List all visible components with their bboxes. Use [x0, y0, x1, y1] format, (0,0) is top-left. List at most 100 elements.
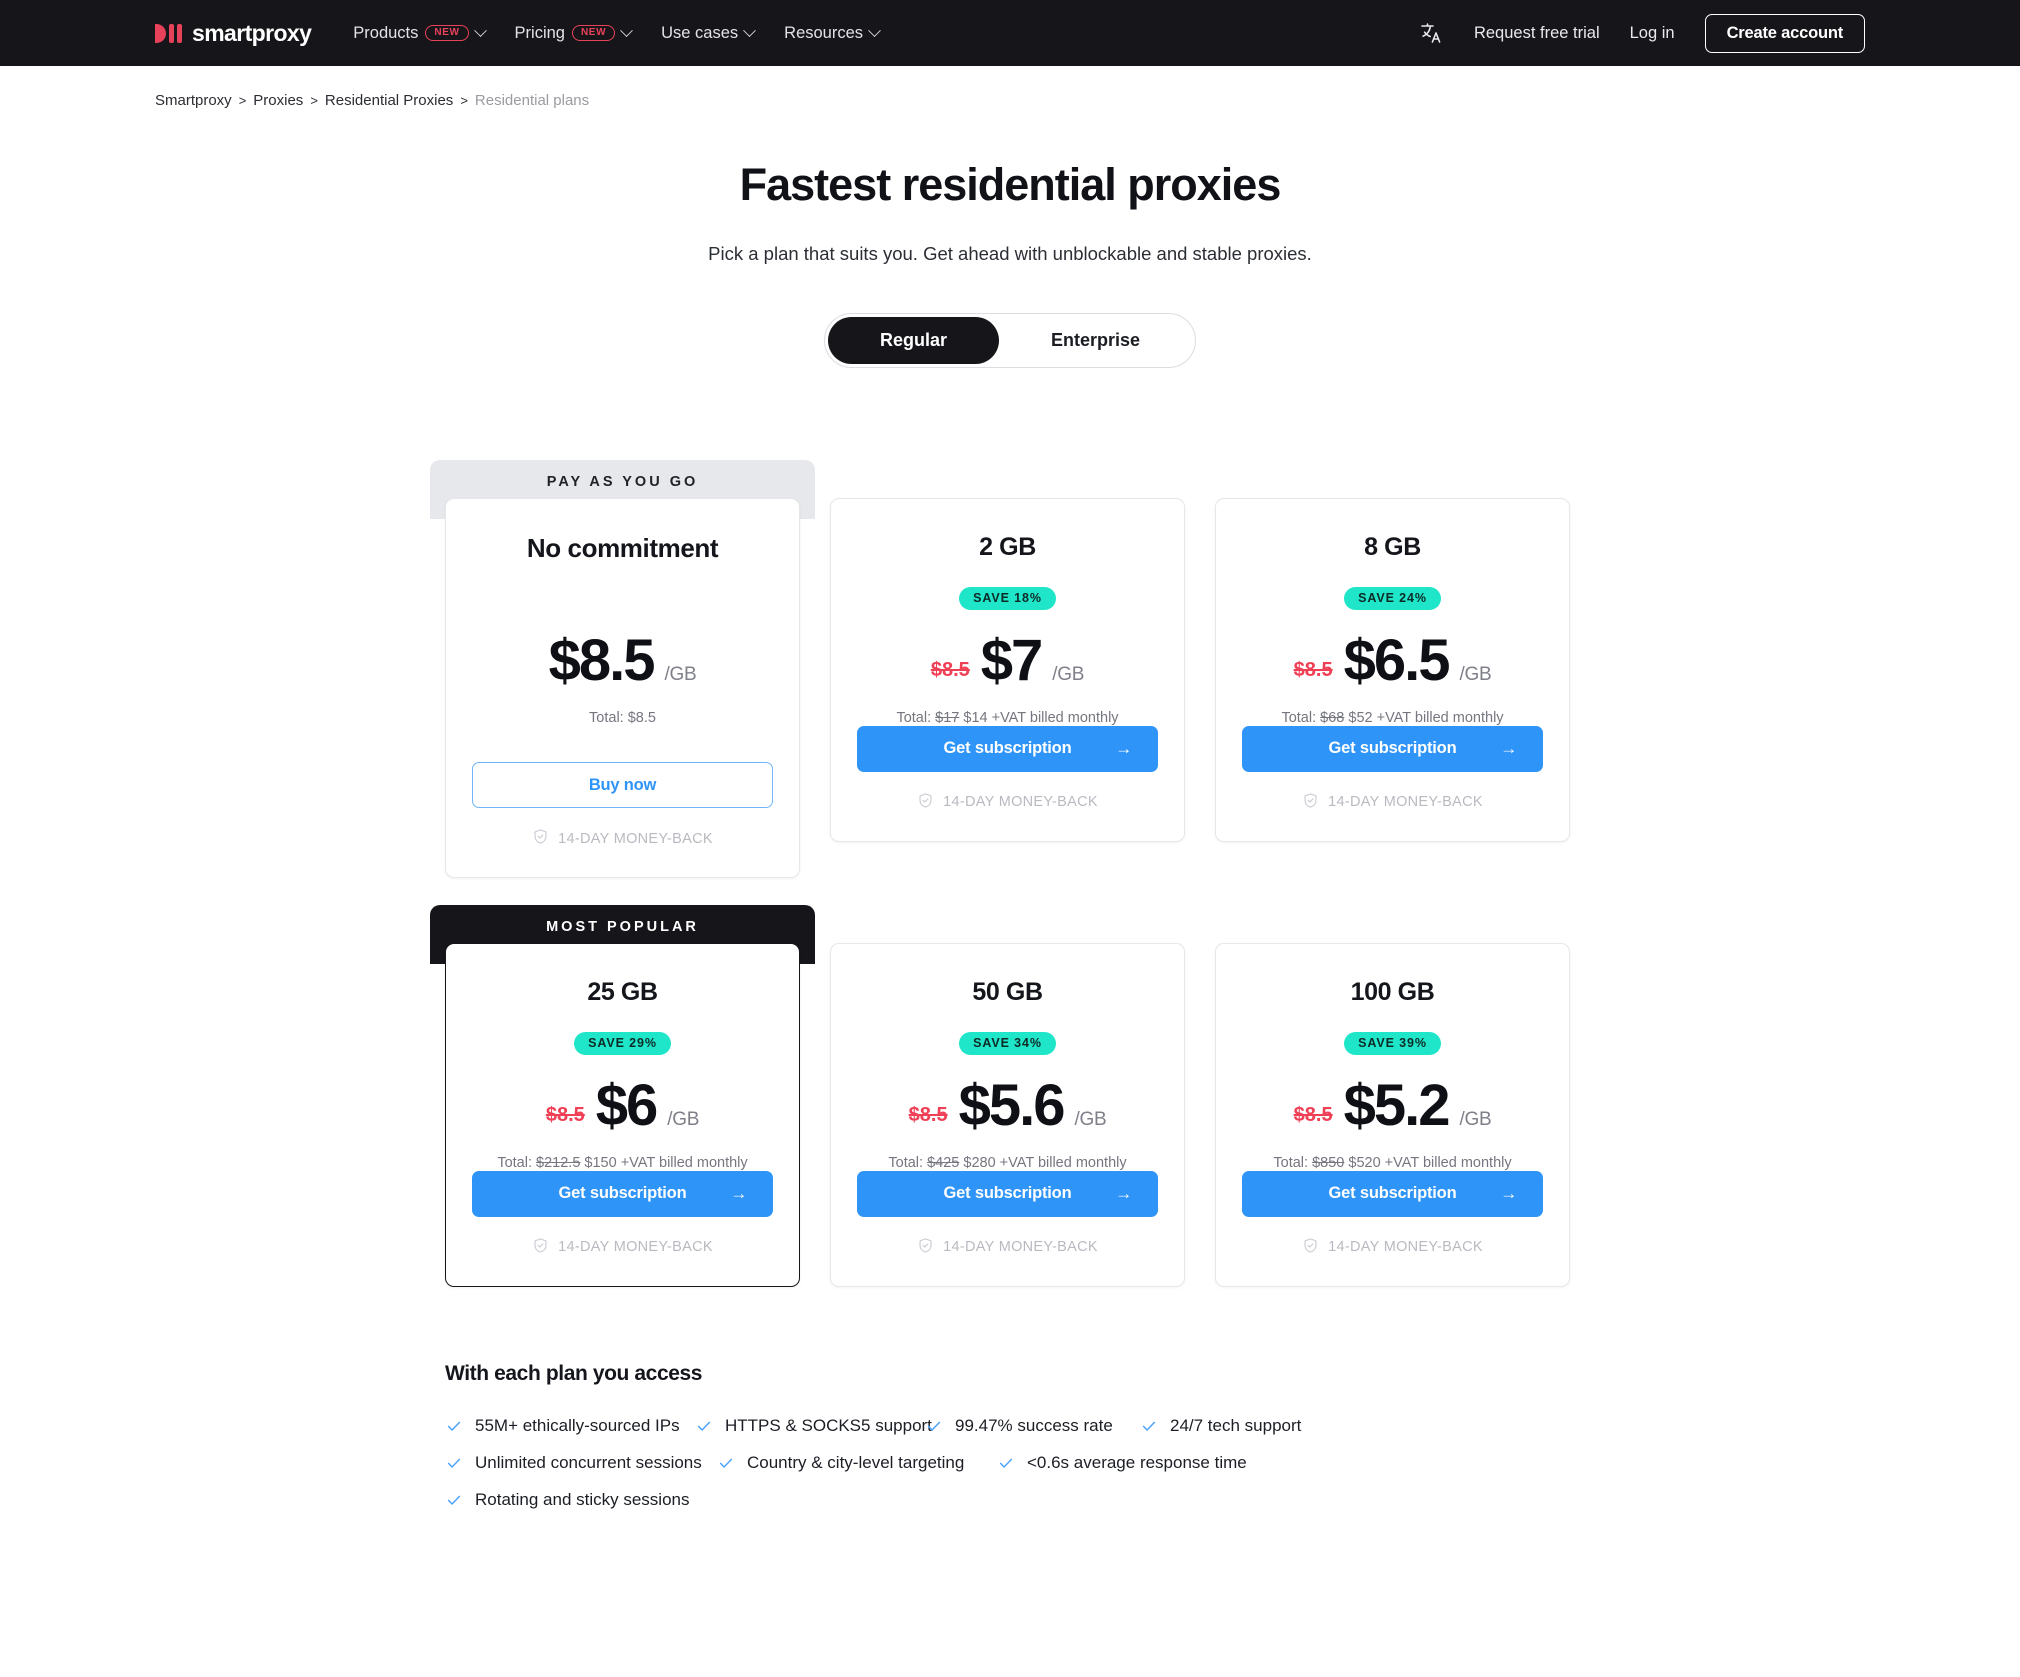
plan-card-2gb: 2 GB SAVE 18% $8.5 $7 /GB Total: $17 $14…	[830, 498, 1185, 842]
plan-total-old: $850	[1312, 1154, 1345, 1171]
plan-title: No commitment	[526, 533, 719, 563]
cta-label: Get subscription	[943, 1184, 1072, 1203]
money-back-guarantee: 14-DAY MONEY-BACK	[917, 792, 1098, 813]
check-icon	[925, 1417, 943, 1435]
arrow-right-icon: →	[1115, 738, 1132, 758]
plan-cell-50gb: 50 GB SAVE 34% $8.5 $5.6 /GB Total: $425…	[830, 905, 1185, 1287]
feature-row: 55M+ ethically-sourced IPs HTTPS & SOCKS…	[445, 1416, 1575, 1436]
breadcrumb-separator: >	[460, 93, 468, 108]
get-subscription-button[interactable]: Get subscription →	[472, 1170, 773, 1217]
toggle-option-enterprise[interactable]: Enterprise	[999, 317, 1192, 364]
plan-type-toggle-wrapper: Regular Enterprise	[0, 313, 2020, 368]
pricing-plans-grid: PAY AS YOU GO No commitment $8.5 /GB Tot…	[430, 460, 1575, 1287]
shield-check-icon	[1302, 792, 1319, 813]
plan-cell-100gb: 100 GB SAVE 39% $8.5 $5.2 /GB Total: $85…	[1215, 905, 1570, 1287]
get-subscription-button[interactable]: Get subscription →	[857, 1170, 1158, 1217]
plan-cell-no-commitment: PAY AS YOU GO No commitment $8.5 /GB Tot…	[430, 460, 815, 878]
request-free-trial-link[interactable]: Request free trial	[1474, 24, 1600, 43]
plan-price-unit: /GB	[667, 1108, 700, 1130]
check-icon	[695, 1417, 713, 1435]
arrow-right-icon: →	[1500, 1183, 1517, 1203]
translate-icon[interactable]	[1418, 20, 1444, 46]
plan-price-unit: /GB	[664, 664, 697, 685]
check-icon	[997, 1454, 1015, 1472]
login-link[interactable]: Log in	[1630, 24, 1675, 43]
plan-title: 50 GB	[972, 978, 1043, 1006]
feature-item: 55M+ ethically-sourced IPs	[445, 1416, 695, 1436]
nav-item-pricing[interactable]: Pricing NEW	[514, 23, 633, 43]
plan-total-line: Total: $850 $520 +VAT billed monthly	[1273, 1155, 1511, 1171]
plan-title: 2 GB	[979, 533, 1036, 561]
plan-card-25gb: 25 GB SAVE 29% $8.5 $6 /GB Total: $212.5…	[445, 943, 800, 1287]
toggle-option-regular[interactable]: Regular	[827, 317, 999, 364]
chevron-down-icon	[868, 23, 881, 37]
feature-label: HTTPS & SOCKS5 support	[725, 1415, 932, 1435]
plan-card-50gb: 50 GB SAVE 34% $8.5 $5.6 /GB Total: $425…	[830, 943, 1185, 1287]
plan-total-suffix: +VAT billed monthly	[999, 1154, 1127, 1171]
arrow-right-icon: →	[1115, 1183, 1132, 1203]
plan-price-unit: /GB	[1459, 663, 1492, 685]
guarantee-label: 14-DAY MONEY-BACK	[558, 1239, 713, 1256]
arrow-right-icon: →	[1500, 738, 1517, 758]
plan-cell-8gb: 8 GB SAVE 24% $8.5 $6.5 /GB Total: $68 $…	[1215, 460, 1570, 878]
check-icon	[717, 1454, 735, 1472]
smartproxy-logo-icon	[155, 23, 182, 43]
plan-total-old: $17	[935, 709, 960, 726]
plan-price: $7	[980, 627, 1043, 693]
money-back-guarantee: 14-DAY MONEY-BACK	[532, 1237, 713, 1258]
shield-check-icon	[532, 828, 549, 849]
top-navbar: smartproxy Products NEW Pricing NEW Use …	[0, 0, 2020, 66]
feature-label: <0.6s average response time	[1027, 1452, 1247, 1472]
cta-label: Buy now	[588, 775, 657, 794]
breadcrumb: Smartproxy > Proxies > Residential Proxi…	[0, 66, 2020, 109]
create-account-button[interactable]: Create account	[1704, 13, 1865, 53]
plan-title: 25 GB	[587, 978, 658, 1006]
cta-label: Get subscription	[1328, 1184, 1457, 1203]
nav-label: Resources	[784, 23, 864, 42]
nav-item-products[interactable]: Products NEW	[353, 23, 487, 43]
nav-label: Use cases	[661, 23, 739, 42]
get-subscription-button[interactable]: Get subscription →	[1242, 1170, 1543, 1217]
plan-total-suffix: +VAT billed monthly	[991, 709, 1119, 726]
nav-item-resources[interactable]: Resources	[784, 23, 881, 43]
feature-label: Unlimited concurrent sessions	[475, 1452, 702, 1472]
breadcrumb-item-smartproxy[interactable]: Smartproxy	[155, 92, 232, 109]
brand-logo[interactable]: smartproxy	[155, 20, 312, 47]
chevron-down-icon	[473, 23, 487, 37]
plan-total-line: Total: $212.5 $150 +VAT billed monthly	[497, 1155, 747, 1171]
feature-label: 99.47% success rate	[955, 1415, 1113, 1435]
plan-total-new: $150	[584, 1154, 617, 1171]
get-subscription-button[interactable]: Get subscription →	[1242, 725, 1543, 772]
plan-card-8gb: 8 GB SAVE 24% $8.5 $6.5 /GB Total: $68 $…	[1215, 498, 1570, 842]
plan-total-prefix: Total:	[589, 710, 624, 726]
arrow-right-icon: →	[730, 1183, 747, 1203]
money-back-guarantee: 14-DAY MONEY-BACK	[1302, 792, 1483, 813]
feature-item: <0.6s average response time	[997, 1453, 1247, 1473]
save-badge: SAVE 34%	[959, 1032, 1056, 1055]
get-subscription-button[interactable]: Get subscription →	[857, 725, 1158, 772]
plan-total-suffix: +VAT billed monthly	[620, 1154, 748, 1171]
shield-check-icon	[917, 1237, 934, 1258]
save-badge: SAVE 39%	[1344, 1032, 1441, 1055]
guarantee-label: 14-DAY MONEY-BACK	[1328, 794, 1483, 811]
plan-old-price: $8.5	[545, 1103, 585, 1126]
plan-cell-25gb: MOST POPULAR 25 GB SAVE 29% $8.5 $6 /GB …	[430, 905, 815, 1287]
plan-total-suffix: +VAT billed monthly	[1384, 1154, 1512, 1171]
plan-type-toggle: Regular Enterprise	[823, 313, 1197, 368]
breadcrumb-item-proxies[interactable]: Proxies	[253, 92, 303, 109]
buy-now-button[interactable]: Buy now	[472, 762, 773, 808]
nav-item-use-cases[interactable]: Use cases	[661, 23, 757, 43]
features-list: 55M+ ethically-sourced IPs HTTPS & SOCKS…	[445, 1416, 1575, 1510]
feature-item: Country & city-level targeting	[717, 1453, 997, 1473]
nav-right-group: Request free trial Log in Create account	[1418, 13, 1865, 53]
save-badge: SAVE 18%	[959, 587, 1056, 610]
plan-price-row: $8.5 $7 /GB	[931, 627, 1085, 693]
plan-title: 8 GB	[1364, 533, 1421, 561]
breadcrumb-separator: >	[238, 93, 247, 108]
plan-total-old: $425	[927, 1154, 960, 1171]
breadcrumb-separator: >	[310, 93, 318, 108]
plan-total-new: $280	[963, 1154, 996, 1171]
guarantee-label: 14-DAY MONEY-BACK	[943, 794, 1098, 811]
breadcrumb-item-residential-proxies[interactable]: Residential Proxies	[325, 92, 453, 109]
nav-label: Pricing	[514, 23, 565, 42]
